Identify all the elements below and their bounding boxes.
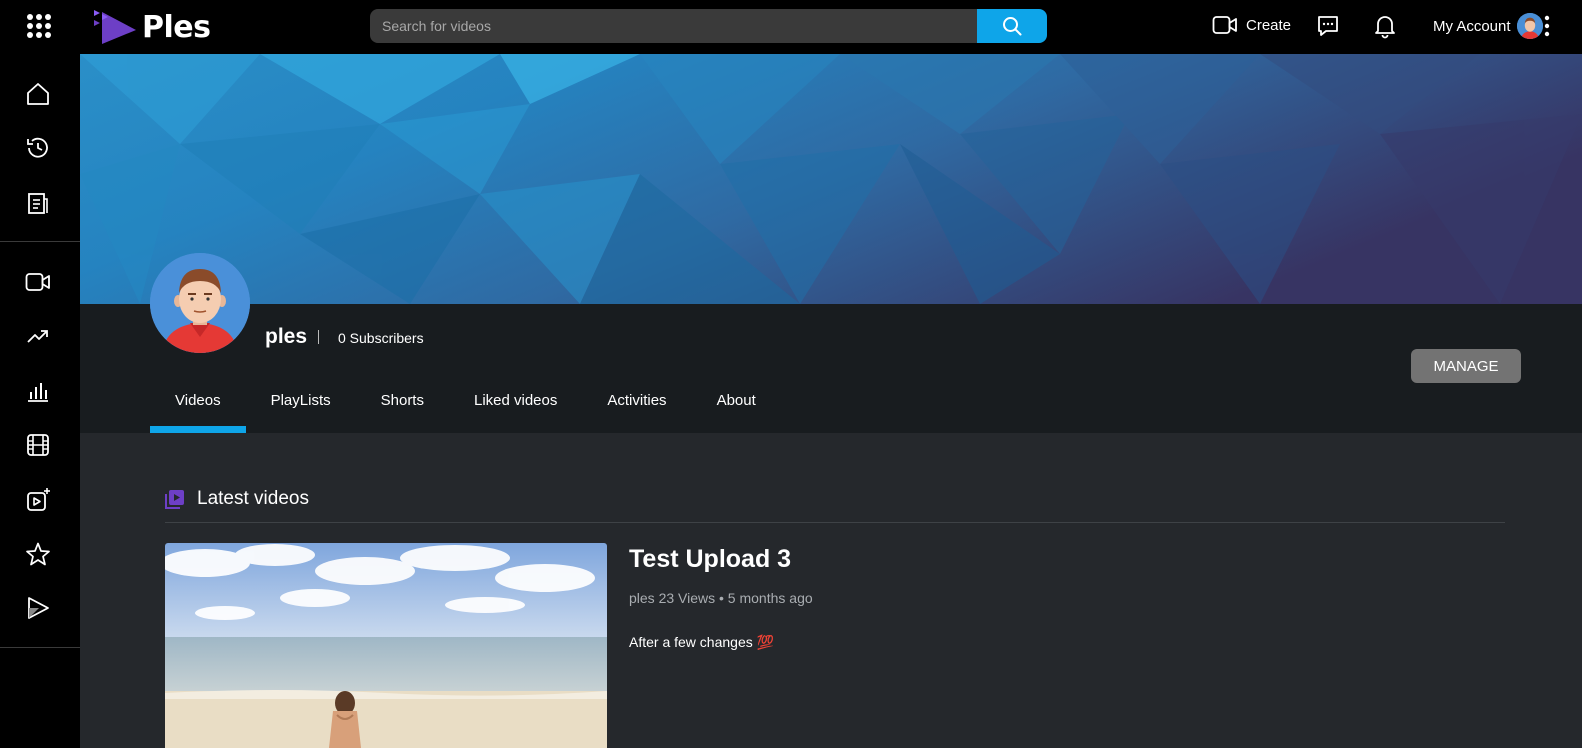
video-description: After a few changes 💯 <box>629 634 775 650</box>
video-title[interactable]: Test Upload 3 <box>629 545 791 574</box>
video-camera-icon[interactable] <box>24 268 52 296</box>
ples-logo[interactable]: Ples <box>92 7 211 47</box>
account-label: My Account <box>1433 17 1511 35</box>
notifications-bell-icon[interactable] <box>1373 13 1397 44</box>
search-bar <box>370 9 1047 43</box>
section-title-label: Latest videos <box>197 488 309 509</box>
top-bar: Ples Create My Account <box>0 0 1582 54</box>
video-meta: ples 23 Views • 5 months ago <box>629 590 813 606</box>
section-divider <box>165 522 1505 523</box>
channel-avatar <box>150 253 250 353</box>
create-button[interactable]: Create <box>1212 14 1291 36</box>
channel-name: ples <box>265 325 308 348</box>
messages-icon[interactable] <box>1316 14 1340 43</box>
history-icon[interactable] <box>24 134 52 162</box>
sidebar <box>0 54 80 748</box>
logo-text: Ples <box>142 9 211 45</box>
playlist-icon[interactable] <box>24 189 52 217</box>
home-icon[interactable] <box>24 80 52 108</box>
search-button[interactable] <box>977 9 1047 43</box>
create-label: Create <box>1246 16 1292 34</box>
video-thumbnail[interactable] <box>165 543 607 748</box>
search-icon <box>1003 17 1022 36</box>
apps-grid-icon[interactable] <box>26 13 52 39</box>
tab-about[interactable]: About <box>692 380 781 433</box>
film-icon[interactable] <box>24 431 52 459</box>
name-separator <box>318 330 319 344</box>
my-account-menu[interactable]: My Account <box>1433 13 1543 39</box>
manage-button[interactable]: MANAGE <box>1411 349 1521 383</box>
more-options-icon[interactable] <box>1544 15 1550 42</box>
tab-videos[interactable]: Videos <box>150 380 246 433</box>
star-icon[interactable] <box>24 540 52 568</box>
video-camera-icon <box>1212 16 1237 34</box>
channel-tabs: Videos PlayLists Shorts Liked videos Act… <box>150 380 781 433</box>
sidebar-divider <box>0 241 80 242</box>
analytics-icon[interactable] <box>24 377 52 405</box>
tab-liked-videos[interactable]: Liked videos <box>449 380 582 433</box>
search-input[interactable] <box>370 9 977 43</box>
video-library-icon <box>165 490 184 509</box>
ples-logo-icon <box>94 10 136 44</box>
tab-shorts[interactable]: Shorts <box>356 380 449 433</box>
ples-play-icon[interactable] <box>24 594 52 622</box>
latest-videos-heading: Latest videos <box>165 488 309 510</box>
tab-playlists[interactable]: PlayLists <box>246 380 356 433</box>
user-avatar <box>1516 13 1543 39</box>
trending-icon[interactable] <box>24 322 52 350</box>
tab-activities[interactable]: Activities <box>582 380 691 433</box>
channel-banner <box>80 54 1582 304</box>
sidebar-divider <box>0 647 80 648</box>
add-video-icon[interactable] <box>24 486 52 514</box>
subscriber-count: 0 Subscribers <box>338 330 424 346</box>
